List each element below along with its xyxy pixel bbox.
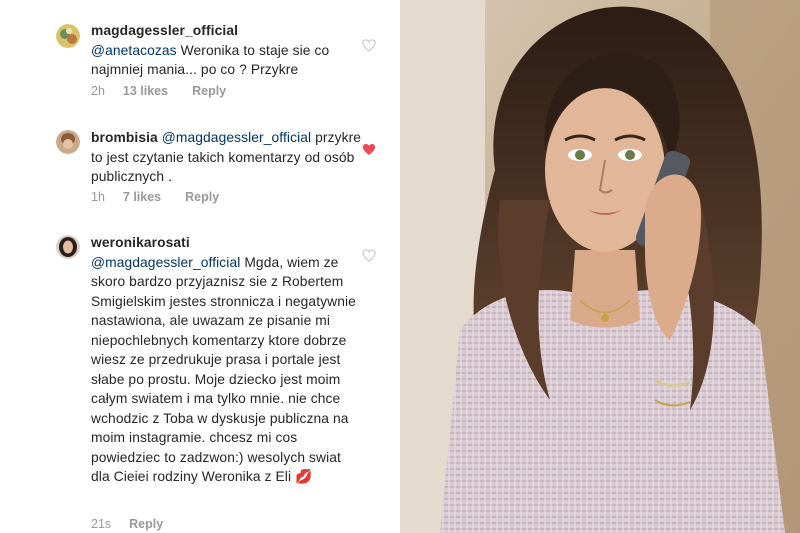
profile-photo xyxy=(400,0,800,533)
comment-meta: 2h 13 likes Reply xyxy=(91,84,226,98)
comments-panel: magdagessler_official @anetacozas Weroni… xyxy=(0,0,400,533)
heart-outline-icon[interactable] xyxy=(362,249,376,262)
comment-text: weronikarosati @magdagessler_official Mg… xyxy=(91,233,363,487)
mention-link[interactable]: @magdagessler_official xyxy=(91,255,240,270)
mention-link[interactable]: @anetacozas xyxy=(91,43,177,58)
reply-button[interactable]: Reply xyxy=(192,84,226,98)
comment-text: brombisia @magdagessler_official przykre… xyxy=(91,128,363,187)
comment-username[interactable]: magdagessler_official xyxy=(91,23,238,38)
reply-button[interactable]: Reply xyxy=(129,517,163,531)
mention-link[interactable]: @magdagessler_official xyxy=(162,130,311,145)
avatar[interactable] xyxy=(56,235,80,259)
comment-username[interactable]: weronikarosati xyxy=(91,235,190,250)
reply-button[interactable]: Reply xyxy=(185,190,219,204)
comment-time: 2h xyxy=(91,84,105,98)
comment-text: magdagessler_official @anetacozas Weroni… xyxy=(91,21,363,80)
comment-username[interactable]: brombisia xyxy=(91,130,158,145)
heart-filled-icon[interactable] xyxy=(362,143,376,156)
comment-meta: 1h 7 likes Reply xyxy=(91,190,219,204)
like-count[interactable]: 7 likes xyxy=(123,190,161,204)
avatar[interactable] xyxy=(56,24,80,48)
like-count[interactable]: 13 likes xyxy=(123,84,168,98)
comment-body: Mgda, wiem ze skoro bardzo przyjaznisz s… xyxy=(91,254,356,485)
heart-outline-icon[interactable] xyxy=(362,39,376,52)
avatar[interactable] xyxy=(56,130,80,154)
comment-time: 21s xyxy=(91,517,112,531)
comment-time: 1h xyxy=(91,190,105,204)
comment-meta: 21s Reply xyxy=(91,517,163,531)
